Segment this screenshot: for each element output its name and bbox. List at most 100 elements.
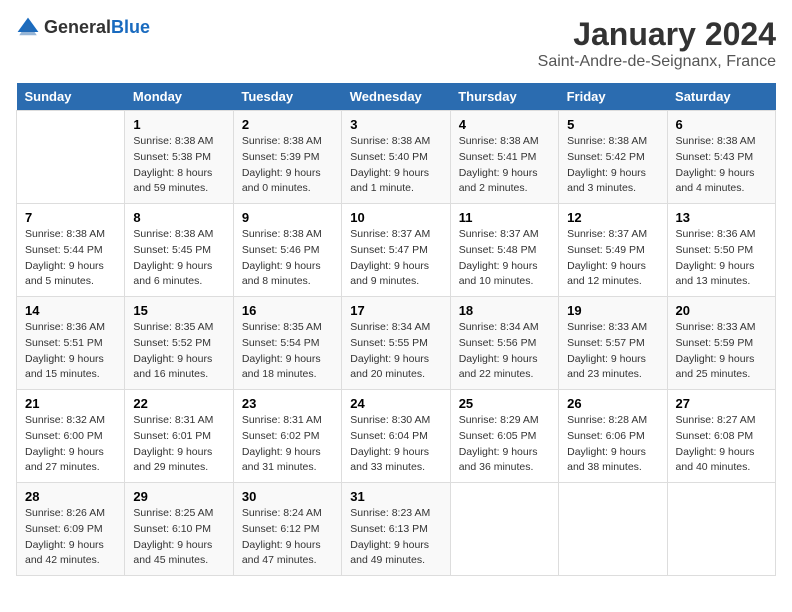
day-number: 6 <box>676 117 767 132</box>
calendar-cell: 14 Sunrise: 8:36 AMSunset: 5:51 PMDayligh… <box>17 297 125 390</box>
header-day-monday: Monday <box>125 83 233 111</box>
calendar-cell: 11Sunrise: 8:37 AMSunset: 5:48 PMDayligh… <box>450 204 558 297</box>
calendar-cell <box>667 483 775 576</box>
day-info: Sunrise: 8:32 AMSunset: 6:00 PMDaylight:… <box>25 413 116 476</box>
day-number: 30 <box>242 489 333 504</box>
calendar-cell <box>559 483 667 576</box>
day-number: 19 <box>567 303 658 318</box>
logo-icon <box>16 16 40 40</box>
day-number: 25 <box>459 396 550 411</box>
logo: GeneralBlue <box>16 16 150 40</box>
calendar-cell: 7 Sunrise: 8:38 AMSunset: 5:44 PMDaylight… <box>17 204 125 297</box>
day-info: Sunrise: 8:38 AMSunset: 5:38 PMDaylight:… <box>133 134 224 197</box>
calendar-cell: 22 Sunrise: 8:31 AMSunset: 6:01 PMDayligh… <box>125 390 233 483</box>
logo-general: General <box>44 17 111 37</box>
header-day-thursday: Thursday <box>450 83 558 111</box>
day-number: 8 <box>133 210 224 225</box>
calendar-cell: 3Sunrise: 8:38 AMSunset: 5:40 PMDaylight… <box>342 111 450 204</box>
subtitle: Saint-Andre-de-Seignanx, France <box>538 53 776 71</box>
day-info: Sunrise: 8:27 AMSunset: 6:08 PMDaylight:… <box>676 413 767 476</box>
day-info: Sunrise: 8:34 AMSunset: 5:55 PMDaylight:… <box>350 320 441 383</box>
week-row-4: 28 Sunrise: 8:26 AMSunset: 6:09 PMDayligh… <box>17 483 776 576</box>
day-number: 14 <box>25 303 116 318</box>
day-number: 20 <box>676 303 767 318</box>
calendar-table: SundayMondayTuesdayWednesdayThursdayFrid… <box>16 83 776 576</box>
day-number: 5 <box>567 117 658 132</box>
header-day-saturday: Saturday <box>667 83 775 111</box>
calendar-cell: 4 Sunrise: 8:38 AMSunset: 5:41 PMDaylight… <box>450 111 558 204</box>
day-number: 12 <box>567 210 658 225</box>
day-number: 28 <box>25 489 116 504</box>
day-info: Sunrise: 8:34 AMSunset: 5:56 PMDaylight:… <box>459 320 550 383</box>
header-day-tuesday: Tuesday <box>233 83 341 111</box>
day-info: Sunrise: 8:38 AMSunset: 5:39 PMDaylight:… <box>242 134 333 197</box>
calendar-cell: 31 Sunrise: 8:23 AMSunset: 6:13 PMDayligh… <box>342 483 450 576</box>
day-number: 3 <box>350 117 441 132</box>
day-number: 15 <box>133 303 224 318</box>
calendar-cell: 5Sunrise: 8:38 AMSunset: 5:42 PMDaylight… <box>559 111 667 204</box>
day-info: Sunrise: 8:23 AMSunset: 6:13 PMDaylight:… <box>350 506 441 569</box>
calendar-cell: 27 Sunrise: 8:27 AMSunset: 6:08 PMDayligh… <box>667 390 775 483</box>
calendar-cell: 20Sunrise: 8:33 AMSunset: 5:59 PMDayligh… <box>667 297 775 390</box>
week-row-1: 7 Sunrise: 8:38 AMSunset: 5:44 PMDaylight… <box>17 204 776 297</box>
calendar-cell: 19 Sunrise: 8:33 AMSunset: 5:57 PMDayligh… <box>559 297 667 390</box>
day-info: Sunrise: 8:26 AMSunset: 6:09 PMDaylight:… <box>25 506 116 569</box>
calendar-cell: 26 Sunrise: 8:28 AMSunset: 6:06 PMDayligh… <box>559 390 667 483</box>
day-number: 23 <box>242 396 333 411</box>
calendar-cell: 24Sunrise: 8:30 AMSunset: 6:04 PMDayligh… <box>342 390 450 483</box>
day-info: Sunrise: 8:38 AMSunset: 5:44 PMDaylight:… <box>25 227 116 290</box>
calendar-cell: 12 Sunrise: 8:37 AMSunset: 5:49 PMDayligh… <box>559 204 667 297</box>
day-info: Sunrise: 8:36 AMSunset: 5:51 PMDaylight:… <box>25 320 116 383</box>
logo-blue: Blue <box>111 17 150 37</box>
day-number: 26 <box>567 396 658 411</box>
main-title: January 2024 <box>538 16 776 53</box>
day-number: 9 <box>242 210 333 225</box>
day-info: Sunrise: 8:37 AMSunset: 5:48 PMDaylight:… <box>459 227 550 290</box>
day-info: Sunrise: 8:35 AMSunset: 5:54 PMDaylight:… <box>242 320 333 383</box>
header: GeneralBlue January 2024 Saint-Andre-de-… <box>16 16 776 71</box>
calendar-cell: 10 Sunrise: 8:37 AMSunset: 5:47 PMDayligh… <box>342 204 450 297</box>
day-number: 13 <box>676 210 767 225</box>
header-row: SundayMondayTuesdayWednesdayThursdayFrid… <box>17 83 776 111</box>
day-number: 16 <box>242 303 333 318</box>
day-number: 4 <box>459 117 550 132</box>
day-number: 1 <box>133 117 224 132</box>
day-number: 31 <box>350 489 441 504</box>
day-number: 7 <box>25 210 116 225</box>
day-info: Sunrise: 8:31 AMSunset: 6:02 PMDaylight:… <box>242 413 333 476</box>
day-info: Sunrise: 8:37 AMSunset: 5:49 PMDaylight:… <box>567 227 658 290</box>
day-info: Sunrise: 8:28 AMSunset: 6:06 PMDaylight:… <box>567 413 658 476</box>
day-number: 22 <box>133 396 224 411</box>
calendar-cell: 13Sunrise: 8:36 AMSunset: 5:50 PMDayligh… <box>667 204 775 297</box>
day-info: Sunrise: 8:37 AMSunset: 5:47 PMDaylight:… <box>350 227 441 290</box>
day-number: 21 <box>25 396 116 411</box>
header-day-wednesday: Wednesday <box>342 83 450 111</box>
calendar-cell: 16 Sunrise: 8:35 AMSunset: 5:54 PMDayligh… <box>233 297 341 390</box>
day-info: Sunrise: 8:31 AMSunset: 6:01 PMDaylight:… <box>133 413 224 476</box>
calendar-cell: 15 Sunrise: 8:35 AMSunset: 5:52 PMDayligh… <box>125 297 233 390</box>
day-info: Sunrise: 8:35 AMSunset: 5:52 PMDaylight:… <box>133 320 224 383</box>
calendar-cell: 18 Sunrise: 8:34 AMSunset: 5:56 PMDayligh… <box>450 297 558 390</box>
header-day-sunday: Sunday <box>17 83 125 111</box>
day-number: 2 <box>242 117 333 132</box>
day-number: 10 <box>350 210 441 225</box>
header-day-friday: Friday <box>559 83 667 111</box>
calendar-cell: 30Sunrise: 8:24 AMSunset: 6:12 PMDayligh… <box>233 483 341 576</box>
day-info: Sunrise: 8:38 AMSunset: 5:46 PMDaylight:… <box>242 227 333 290</box>
calendar-cell: 8 Sunrise: 8:38 AMSunset: 5:45 PMDaylight… <box>125 204 233 297</box>
calendar-cell <box>17 111 125 204</box>
day-info: Sunrise: 8:30 AMSunset: 6:04 PMDaylight:… <box>350 413 441 476</box>
calendar-cell: 23 Sunrise: 8:31 AMSunset: 6:02 PMDayligh… <box>233 390 341 483</box>
day-number: 29 <box>133 489 224 504</box>
day-info: Sunrise: 8:38 AMSunset: 5:41 PMDaylight:… <box>459 134 550 197</box>
day-number: 27 <box>676 396 767 411</box>
title-area: January 2024 Saint-Andre-de-Seignanx, Fr… <box>538 16 776 71</box>
week-row-3: 21 Sunrise: 8:32 AMSunset: 6:00 PMDayligh… <box>17 390 776 483</box>
calendar-cell: 17Sunrise: 8:34 AMSunset: 5:55 PMDayligh… <box>342 297 450 390</box>
day-info: Sunrise: 8:38 AMSunset: 5:45 PMDaylight:… <box>133 227 224 290</box>
day-number: 18 <box>459 303 550 318</box>
day-info: Sunrise: 8:38 AMSunset: 5:43 PMDaylight:… <box>676 134 767 197</box>
day-info: Sunrise: 8:33 AMSunset: 5:57 PMDaylight:… <box>567 320 658 383</box>
calendar-cell: 21 Sunrise: 8:32 AMSunset: 6:00 PMDayligh… <box>17 390 125 483</box>
calendar-cell: 29Sunrise: 8:25 AMSunset: 6:10 PMDayligh… <box>125 483 233 576</box>
